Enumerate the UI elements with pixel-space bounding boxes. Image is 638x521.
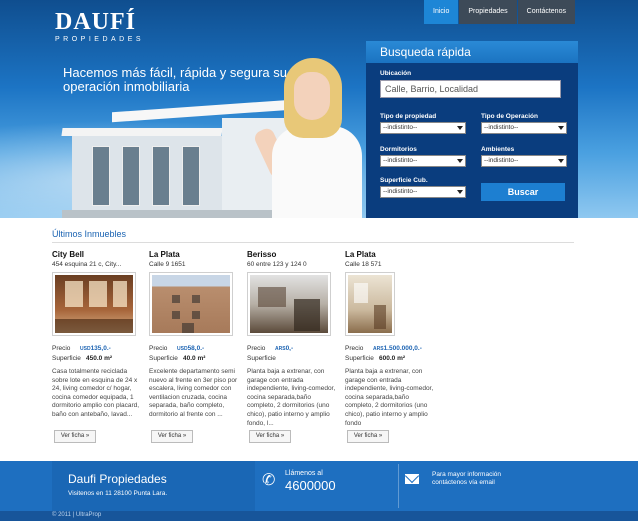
listing-surface: 40.0 m²	[183, 355, 206, 362]
listing-currency: USD	[177, 346, 188, 352]
phone-icon: ✆	[262, 472, 276, 489]
surface-label: Superficie	[247, 355, 276, 362]
superficie-value: --indistinto--	[383, 188, 418, 195]
listing-photo[interactable]	[345, 272, 395, 336]
email-contact-text[interactable]: Para mayor información contáctenos vía e…	[432, 471, 522, 487]
view-listing-button[interactable]: Ver ficha »	[347, 430, 389, 443]
mail-icon[interactable]	[405, 474, 419, 484]
ambientes-label: Ambientes	[481, 146, 515, 153]
listing-photo[interactable]	[52, 272, 136, 336]
chevron-down-icon	[558, 126, 564, 130]
listing-description: Excelente departamento semi nuevo al fre…	[149, 368, 238, 418]
search-title: Busqueda rápida	[366, 41, 578, 63]
search-button[interactable]: Buscar	[481, 183, 565, 201]
listing-price: ARS1.500.000,0.-	[373, 344, 422, 354]
tipo-operacion-label: Tipo de Operación	[481, 113, 538, 120]
price-label: Precio	[52, 345, 71, 352]
listing-city[interactable]: La Plata	[345, 250, 435, 260]
listing-meta: Precio ARS0,- Superficie	[247, 344, 337, 364]
site-logo[interactable]: DAUFÍ PROPIEDADES	[55, 10, 144, 43]
dormitorios-select[interactable]: --indistinto--	[380, 155, 466, 167]
superficie-select[interactable]: --indistinto--	[380, 186, 466, 198]
surface-label: Superficie	[345, 355, 374, 362]
chevron-down-icon	[457, 126, 463, 130]
listing-photo[interactable]	[149, 272, 233, 336]
listing-description: Planta baja a extrenar, con garage con e…	[345, 368, 434, 427]
listing-card: Berisso 60 entre 123 y 124 0 Precio ARS0,…	[247, 250, 337, 443]
call-label: Llámenos al	[285, 470, 323, 477]
footer-address: Visitenos en 11 28100 Punta Lara.	[68, 490, 168, 497]
main-nav: Inicio Propiedades Contáctenos	[424, 0, 576, 24]
view-listing-button[interactable]: Ver ficha »	[249, 430, 291, 443]
logo-subtitle: PROPIEDADES	[55, 36, 145, 43]
tipo-operacion-value: --indistinto--	[484, 124, 519, 131]
listing-description: Casa totalmente reciclada sobre lote en …	[52, 368, 140, 418]
chevron-down-icon	[457, 190, 463, 194]
nav-contactenos[interactable]: Contáctenos	[517, 0, 575, 24]
price-label: Precio	[247, 345, 266, 352]
listing-surface: 450.0 m²	[86, 355, 113, 362]
listing-currency: USD	[80, 346, 91, 352]
listing-photo[interactable]	[247, 272, 331, 336]
section-divider	[52, 242, 574, 243]
tipo-propiedad-label: Tipo de propiedad	[380, 113, 437, 120]
logo-wordmark: DAUFÍ	[55, 9, 136, 35]
listing-currency: ARS	[373, 346, 384, 352]
footer-brand: Daufi Propiedades	[68, 472, 167, 486]
tipo-operacion-select[interactable]: --indistinto--	[481, 122, 567, 134]
surface-label: Superficie	[149, 355, 178, 362]
listing-currency: ARS	[275, 346, 286, 352]
tipo-propiedad-select[interactable]: --indistinto--	[380, 122, 466, 134]
listing-city[interactable]: City Bell	[52, 250, 142, 260]
view-listing-button[interactable]: Ver ficha »	[54, 430, 96, 443]
listing-city[interactable]: La Plata	[149, 250, 239, 260]
superficie-label: Superficie Cub.	[380, 177, 428, 184]
listing-price: USD135,0.-	[80, 344, 111, 354]
phone-number[interactable]: 4600000	[285, 478, 336, 493]
listing-price-value: 0,-	[285, 345, 294, 352]
copyright[interactable]: © 2011 | UltraProp	[52, 512, 101, 518]
chevron-down-icon	[558, 159, 564, 163]
listing-address: Calle 9 1651	[149, 261, 186, 268]
listing-price-value: 58,0.-	[187, 345, 205, 352]
hero-tagline: Hacemos más fácil, rápida y segura su op…	[63, 65, 287, 94]
listing-address: 454 esquina 21 c, City...	[52, 261, 122, 268]
price-label: Precio	[345, 345, 364, 352]
view-listing-button[interactable]: Ver ficha »	[151, 430, 193, 443]
listing-meta: Precio USD135,0.- Superficie 450.0 m²	[52, 344, 142, 364]
nav-inicio[interactable]: Inicio	[424, 0, 459, 24]
surface-label: Superficie	[52, 355, 81, 362]
nav-propiedades[interactable]: Propiedades	[459, 0, 517, 24]
footer-divider	[398, 464, 399, 508]
listing-card: La Plata Calle 18 571 Precio ARS1.500.000…	[345, 250, 435, 443]
listing-price-value: 1.500.000,0.-	[383, 345, 422, 352]
dormitorios-value: --indistinto--	[383, 157, 418, 164]
footer-brand-block	[52, 461, 255, 511]
chevron-down-icon	[457, 159, 463, 163]
latest-listings-title: Últimos Inmuebles	[52, 229, 127, 239]
listing-meta: Precio ARS1.500.000,0.- Superficie 600.0 m…	[345, 344, 435, 364]
quick-search-panel: Busqueda rápida Ubicación Calle, Barrio,…	[366, 41, 578, 218]
listing-card: City Bell 454 esquina 21 c, City... Prec…	[52, 250, 142, 443]
listing-description: Planta baja a extrenar, con garage con e…	[247, 368, 336, 427]
listing-address: Calle 18 571	[345, 261, 382, 268]
ambientes-select[interactable]: --indistinto--	[481, 155, 567, 167]
listing-price: ARS0,-	[275, 344, 293, 354]
price-label: Precio	[149, 345, 168, 352]
tipo-propiedad-value: --indistinto--	[383, 124, 418, 131]
dormitorios-label: Dormitorios	[380, 146, 417, 153]
listing-meta: Precio USD58,0.- Superficie 40.0 m²	[149, 344, 239, 364]
location-label: Ubicación	[380, 70, 412, 77]
listing-price-value: 135,0.-	[90, 345, 111, 352]
listing-city[interactable]: Berisso	[247, 250, 337, 260]
listing-card: La Plata Calle 9 1651 Precio USD58,0.- Su…	[149, 250, 239, 443]
listing-address: 60 entre 123 y 124 0	[247, 261, 307, 268]
listing-surface: 600.0 m²	[379, 355, 406, 362]
location-input[interactable]: Calle, Barrio, Localidad	[380, 80, 561, 98]
listing-price: USD58,0.-	[177, 344, 204, 354]
ambientes-value: --indistinto--	[484, 157, 519, 164]
